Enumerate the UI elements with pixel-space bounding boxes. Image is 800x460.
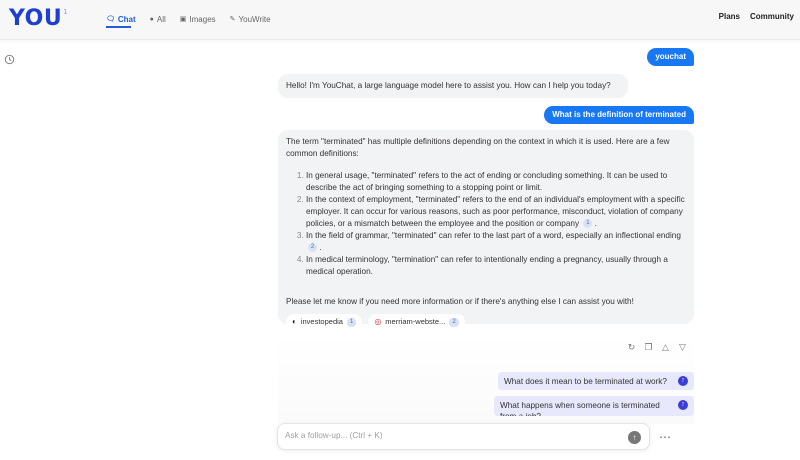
tab-youwrite-label: YouWrite (238, 14, 271, 24)
header-links: Plans Community (719, 12, 794, 21)
tab-all[interactable]: ● All (150, 12, 166, 26)
history-icon[interactable] (4, 54, 15, 65)
source-number: 2 (449, 317, 459, 327)
source-number: 1 (346, 317, 357, 327)
bot-message: Hello! I'm YouChat, a large language mod… (278, 74, 628, 98)
arrow-up-icon: ↑ (678, 376, 688, 386)
list-item: In general usage, "terminated" refers to… (306, 170, 686, 194)
user-message: What is the definition of terminated (544, 106, 694, 124)
you-logo[interactable]: YOU1 (9, 6, 68, 31)
follow-up-input[interactable] (285, 431, 615, 440)
chat-icon: 🗨︎ (106, 16, 115, 23)
list-item: In the context of employment, "terminate… (306, 194, 686, 230)
send-button[interactable]: ↑ (628, 431, 641, 444)
source-name: investopedia (300, 317, 343, 326)
plans-link[interactable]: Plans (719, 12, 740, 21)
answer-outro: Please let me know if you need more info… (286, 297, 634, 306)
suggestion-chip[interactable]: What does it mean to be terminated at wo… (498, 372, 694, 390)
source-list: ◐ investopedia 1 ◎ merriam-webste... 2 (286, 314, 686, 330)
top-header: YOU1 🗨︎ Chat ● All ▣ Images ✎ YouWrite P… (0, 0, 800, 40)
follow-up-box: ↑ (277, 423, 650, 450)
source-chip-investopedia[interactable]: ◐ investopedia 1 (286, 314, 363, 330)
citation-badge[interactable]: 2 (308, 243, 317, 253)
copy-icon[interactable]: ❐ (643, 342, 654, 353)
nav-tabs: 🗨︎ Chat ● All ▣ Images ✎ YouWrite (106, 12, 271, 26)
suggestion-text: What happens when someone is terminated … (500, 401, 660, 416)
answer-actions: ↻ ❐ △ ▽ (626, 342, 688, 353)
tab-youwrite[interactable]: ✎ YouWrite (230, 12, 271, 26)
tab-all-label: All (156, 14, 166, 24)
tab-images[interactable]: ▣ Images (180, 12, 216, 26)
answer-intro: The term "terminated" has multiple defin… (286, 137, 670, 158)
thumbs-up-icon[interactable]: △ (660, 342, 671, 353)
definition-list: In general usage, "terminated" refers to… (306, 170, 686, 278)
arrow-up-icon: ↑ (678, 400, 688, 410)
user-message: youchat (647, 48, 694, 66)
bot-answer: The term "terminated" has multiple defin… (278, 130, 694, 330)
source-chip-merriam-webster[interactable]: ◎ merriam-webste... 2 (368, 314, 465, 330)
list-item: In the field of grammar, "terminated" ca… (306, 230, 686, 254)
tab-chat-label: Chat (117, 14, 136, 24)
pen-icon: ✎ (229, 16, 236, 23)
list-item: In medical terminology, "termination" ca… (306, 254, 686, 278)
active-tab-indicator (106, 26, 131, 28)
investopedia-logo-icon: ◐ (292, 317, 297, 326)
source-name: merriam-webste... (385, 317, 446, 326)
suggestion-text: What does it mean to be terminated at wo… (504, 377, 667, 386)
thumbs-down-icon[interactable]: ▽ (677, 342, 688, 353)
merriam-webster-logo-icon: ◎ (374, 317, 382, 326)
regenerate-icon[interactable]: ↻ (626, 342, 637, 353)
globe-icon: ● (149, 15, 154, 23)
community-link[interactable]: Community (750, 12, 794, 21)
citation-badge[interactable]: 1 (583, 219, 593, 229)
images-icon: ▣ (179, 16, 187, 23)
tab-images-label: Images (189, 14, 216, 24)
arrow-up-icon: ↑ (632, 433, 637, 442)
tab-chat[interactable]: 🗨︎ Chat (106, 12, 136, 26)
suggestion-chip[interactable]: What happens when someone is terminated … (494, 396, 694, 416)
more-options-icon[interactable]: ⋯ (659, 430, 672, 444)
